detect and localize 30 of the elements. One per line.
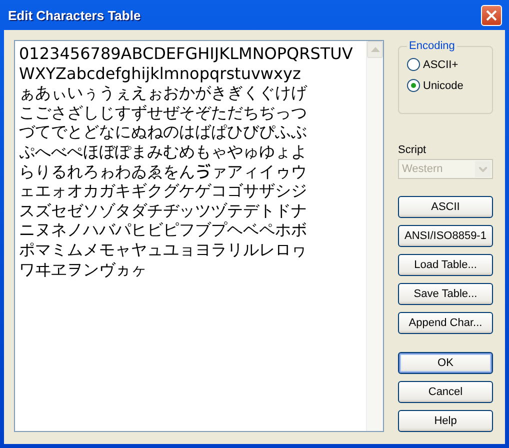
text-line: ェエォオカガキギクグケゲコゴサザシジ bbox=[19, 181, 307, 201]
text-line: ぁあぃいぅうぇえぉおかがきぎくぐけげ bbox=[19, 83, 307, 103]
text-line: スズセゼソゾタダチヂッツヅテデトドナ bbox=[19, 200, 307, 220]
text-line: ニヌネノハバパヒビピフブプヘベペホボ bbox=[19, 220, 307, 240]
up-arrow-icon bbox=[370, 47, 380, 52]
text-line: ポマミムメモャヤュユョヨラリルレロヮ bbox=[19, 240, 307, 260]
script-label: Script bbox=[398, 144, 428, 156]
tool-button[interactable]: Append Char... bbox=[398, 312, 493, 334]
text-line: づてでとどなにぬねのはばぱひびぴふぶ bbox=[19, 122, 307, 142]
close-button[interactable] bbox=[481, 4, 502, 26]
dialog-button[interactable]: OK bbox=[398, 352, 493, 374]
group-label: Encoding bbox=[408, 40, 456, 52]
text-line: ぷへべぺほぼぽまみむめもゃやゅゆょよ bbox=[19, 142, 307, 162]
tool-button[interactable]: ASCII bbox=[398, 196, 493, 218]
window-title: Edit Characters Table bbox=[8, 8, 141, 22]
dialog-button[interactable]: Help bbox=[398, 410, 493, 432]
close-icon bbox=[486, 10, 497, 20]
text-line: WXYZabcdefghijklmnopqrstuvwxyz bbox=[19, 64, 301, 84]
characters-text-area[interactable] bbox=[14, 40, 384, 432]
tool-button[interactable]: Load Table... bbox=[398, 254, 493, 276]
text-line: ワヰヱヲンヴヵヶ bbox=[19, 260, 147, 280]
text-line: こごさざしじすずせぜそぞただちぢっつ bbox=[19, 102, 307, 122]
text-line: らりるれろゎわゐゑをんゔァアィイゥウ bbox=[19, 162, 307, 182]
chevron-down-icon bbox=[479, 166, 487, 172]
tool-button[interactable]: Save Table... bbox=[398, 283, 493, 305]
radio-option[interactable]: Unicode bbox=[407, 79, 492, 92]
tool-button[interactable]: ANSI/ISO8859-1 bbox=[398, 225, 493, 247]
text-line: 0123456789ABCDEFGHIJKLMNOPQRSTUV bbox=[19, 44, 353, 64]
dialog-button[interactable]: Cancel bbox=[398, 381, 493, 403]
radio-option[interactable]: ASCII+ bbox=[407, 58, 492, 71]
